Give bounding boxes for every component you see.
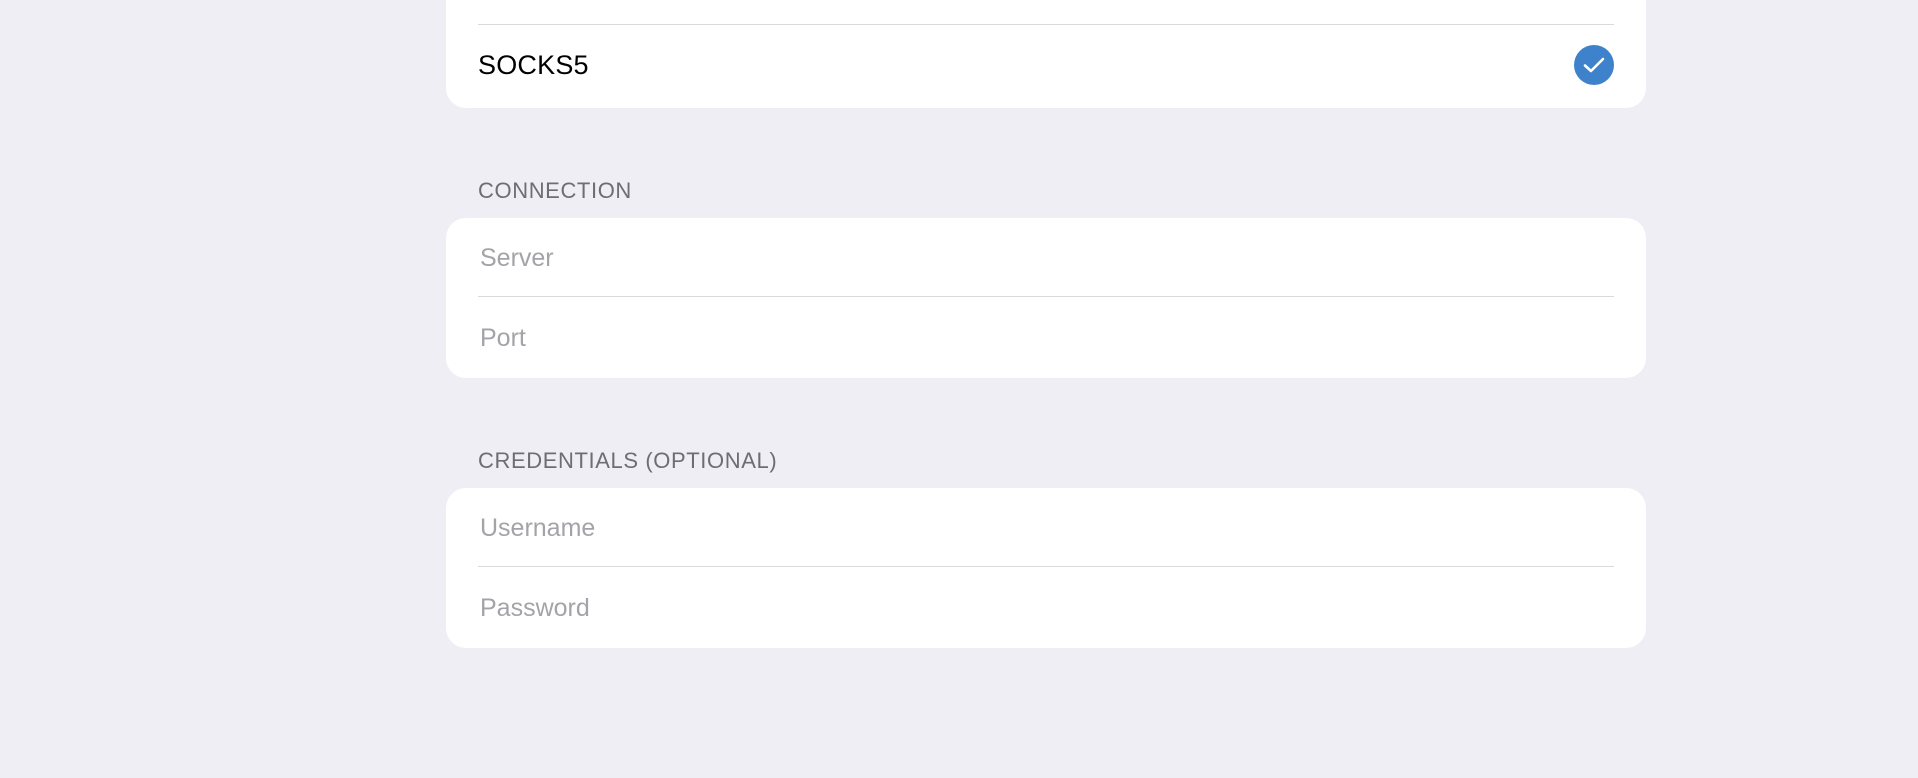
connection-group — [446, 218, 1646, 378]
proxy-settings-page: SOCKS5 CONNECTION CREDENTIALS (OPTIONAL) — [0, 0, 1918, 778]
field-divider — [478, 296, 1614, 297]
port-input[interactable] — [478, 298, 1614, 378]
credentials-section-header: CREDENTIALS (OPTIONAL) — [478, 448, 778, 473]
server-input[interactable] — [478, 218, 1614, 298]
connection-section-header: CONNECTION — [478, 178, 632, 203]
proxy-type-list: SOCKS5 — [446, 0, 1646, 108]
credentials-group — [446, 488, 1646, 648]
proxy-type-label: SOCKS5 — [478, 49, 589, 80]
password-input[interactable] — [478, 568, 1614, 648]
field-divider — [478, 566, 1614, 567]
username-input[interactable] — [478, 488, 1614, 568]
proxy-type-row-socks5[interactable]: SOCKS5 — [446, 25, 1646, 105]
checkmark-circle-icon — [1574, 45, 1614, 85]
